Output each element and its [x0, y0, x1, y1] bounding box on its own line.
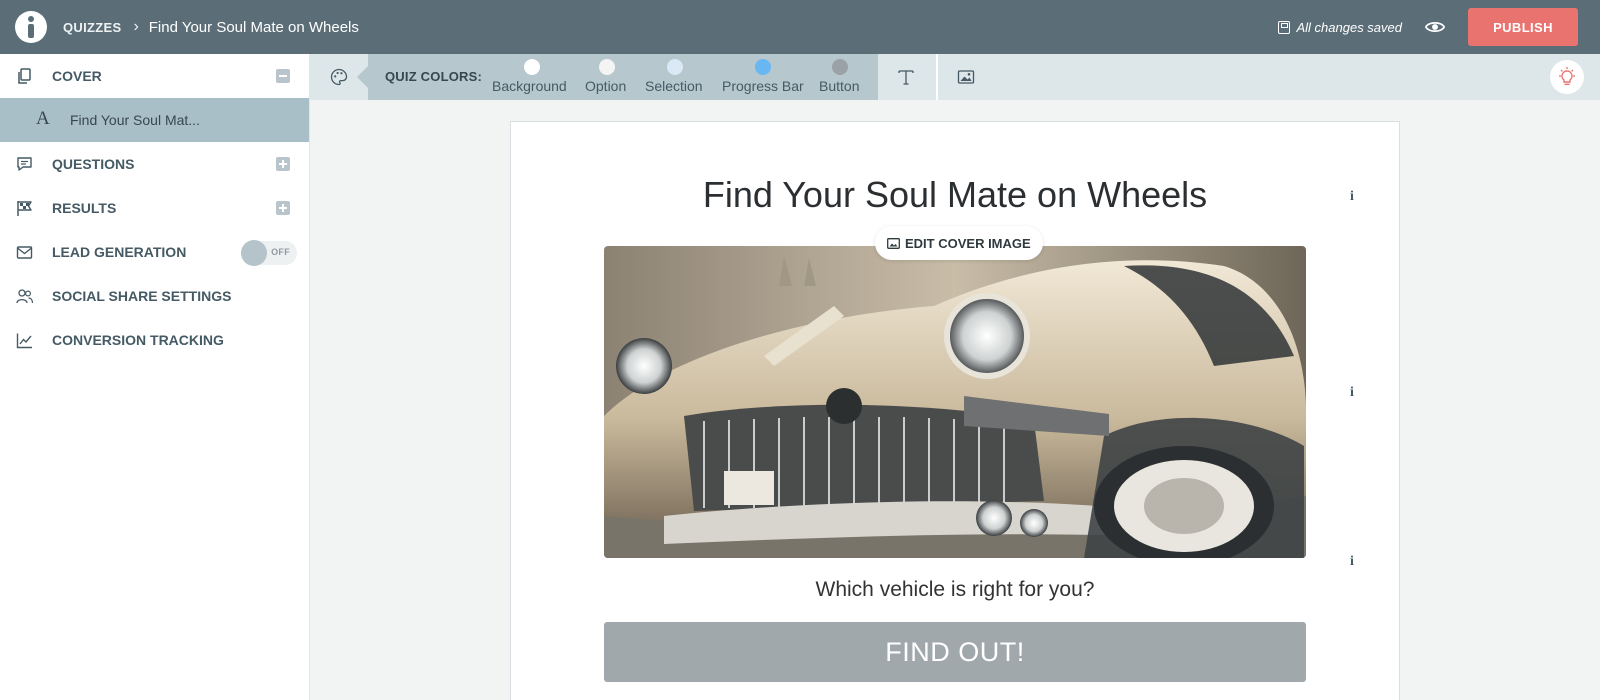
breadcrumb-quiz-title: Find Your Soul Mate on Wheels	[148, 18, 359, 36]
swatch-selection[interactable]: Selection	[645, 54, 707, 100]
sidebar-item-cover[interactable]: COVER	[0, 54, 309, 98]
vintage-car-image	[604, 246, 1306, 558]
quiz-colors-label: QUIZ COLORS:	[385, 69, 483, 84]
pages-icon	[18, 68, 31, 84]
sidebar-item-cover-title[interactable]: A Find Your Soul Mat...	[0, 98, 309, 142]
palette-icon	[330, 68, 348, 86]
chevron-right-icon: ›	[133, 18, 139, 35]
eye-icon[interactable]	[1424, 16, 1446, 38]
color-dot	[755, 59, 771, 75]
image-icon	[957, 70, 975, 84]
swatch-progress-bar[interactable]: Progress Bar	[722, 54, 806, 100]
toggle-knob	[241, 240, 267, 266]
users-icon	[16, 289, 33, 304]
color-dot	[524, 59, 540, 75]
sidebar-item-results[interactable]: RESULTS	[0, 186, 309, 230]
save-icon	[1278, 20, 1291, 34]
sidebar-item-conversion-tracking[interactable]: CONVERSION TRACKING	[0, 318, 309, 362]
sidebar-item-label: CONVERSION TRACKING	[52, 332, 224, 348]
top-bar-actions: All changes saved PUBLISH	[1278, 0, 1578, 54]
info-icon[interactable]: i	[1342, 187, 1362, 207]
quiz-subtitle[interactable]: Which vehicle is right for you?	[511, 578, 1399, 602]
sidebar-item-social-share[interactable]: SOCIAL SHARE SETTINGS	[0, 274, 309, 318]
envelope-icon	[16, 246, 33, 259]
design-toolbar: QUIZ COLORS: Background Option Selection…	[310, 54, 1600, 100]
cover-image[interactable]	[604, 246, 1306, 558]
image-icon	[887, 237, 900, 249]
swatch-label: Button	[819, 78, 860, 94]
tips-button[interactable]	[1550, 60, 1584, 94]
quiz-title[interactable]: Find Your Soul Mate on Wheels	[511, 174, 1399, 216]
top-bar: QUIZZES › Find Your Soul Mate on Wheels …	[0, 0, 1600, 54]
text-style-button[interactable]	[878, 54, 934, 100]
swatch-button[interactable]: Button	[819, 54, 863, 100]
swatch-option[interactable]: Option	[585, 54, 631, 100]
swatch-label: Option	[585, 78, 627, 94]
sidebar-item-label: Find Your Soul Mat...	[70, 112, 200, 128]
lightbulb-icon	[1559, 67, 1575, 85]
swatch-label: Selection	[645, 78, 703, 94]
breadcrumb-quizzes[interactable]: QUIZZES	[63, 20, 121, 35]
add-result-icon[interactable]	[276, 201, 290, 215]
color-dot	[832, 59, 848, 75]
toggle-state-label: OFF	[271, 247, 290, 257]
info-icon[interactable]: i	[1342, 383, 1362, 403]
text-icon	[898, 70, 914, 85]
edit-cover-label: EDIT COVER IMAGE	[905, 235, 1031, 251]
comment-icon	[17, 157, 32, 171]
quiz-cover-card: Find Your Soul Mate on Wheels i EDIT COV…	[510, 121, 1400, 700]
add-question-icon[interactable]	[276, 157, 290, 171]
color-dot	[667, 59, 683, 75]
background-image-button[interactable]	[938, 54, 994, 100]
edit-cover-image-button[interactable]: EDIT COVER IMAGE	[875, 226, 1043, 260]
sidebar-item-label: COVER	[52, 68, 102, 84]
swatch-label: Progress Bar	[722, 78, 804, 94]
sidebar-item-questions[interactable]: QUESTIONS	[0, 142, 309, 186]
collapse-icon[interactable]	[276, 69, 290, 83]
swatch-background[interactable]: Background	[492, 54, 572, 100]
sidebar-item-label: RESULTS	[52, 200, 117, 216]
sidebar-item-label: LEAD GENERATION	[52, 244, 187, 260]
find-out-button[interactable]: FIND OUT!	[604, 622, 1306, 682]
sidebar-item-label: SOCIAL SHARE SETTINGS	[52, 288, 232, 304]
sidebar: COVER A Find Your Soul Mat... QUESTIONS …	[0, 54, 310, 700]
lead-generation-toggle[interactable]: OFF	[241, 240, 297, 266]
color-dot	[599, 59, 615, 75]
publish-button[interactable]: PUBLISH	[1468, 8, 1578, 46]
quiz-colors-panel: QUIZ COLORS: Background Option Selection…	[357, 54, 878, 100]
sidebar-item-label: QUESTIONS	[52, 156, 135, 172]
swatch-label: Background	[492, 78, 567, 94]
sidebar-item-lead-generation[interactable]: LEAD GENERATION OFF	[0, 230, 309, 274]
save-status: All changes saved	[1296, 19, 1402, 35]
app-logo[interactable]	[15, 11, 47, 43]
checkered-flag-icon	[17, 201, 32, 216]
line-chart-icon	[16, 333, 32, 349]
info-icon[interactable]: i	[1342, 552, 1362, 572]
text-icon: A	[36, 108, 50, 129]
